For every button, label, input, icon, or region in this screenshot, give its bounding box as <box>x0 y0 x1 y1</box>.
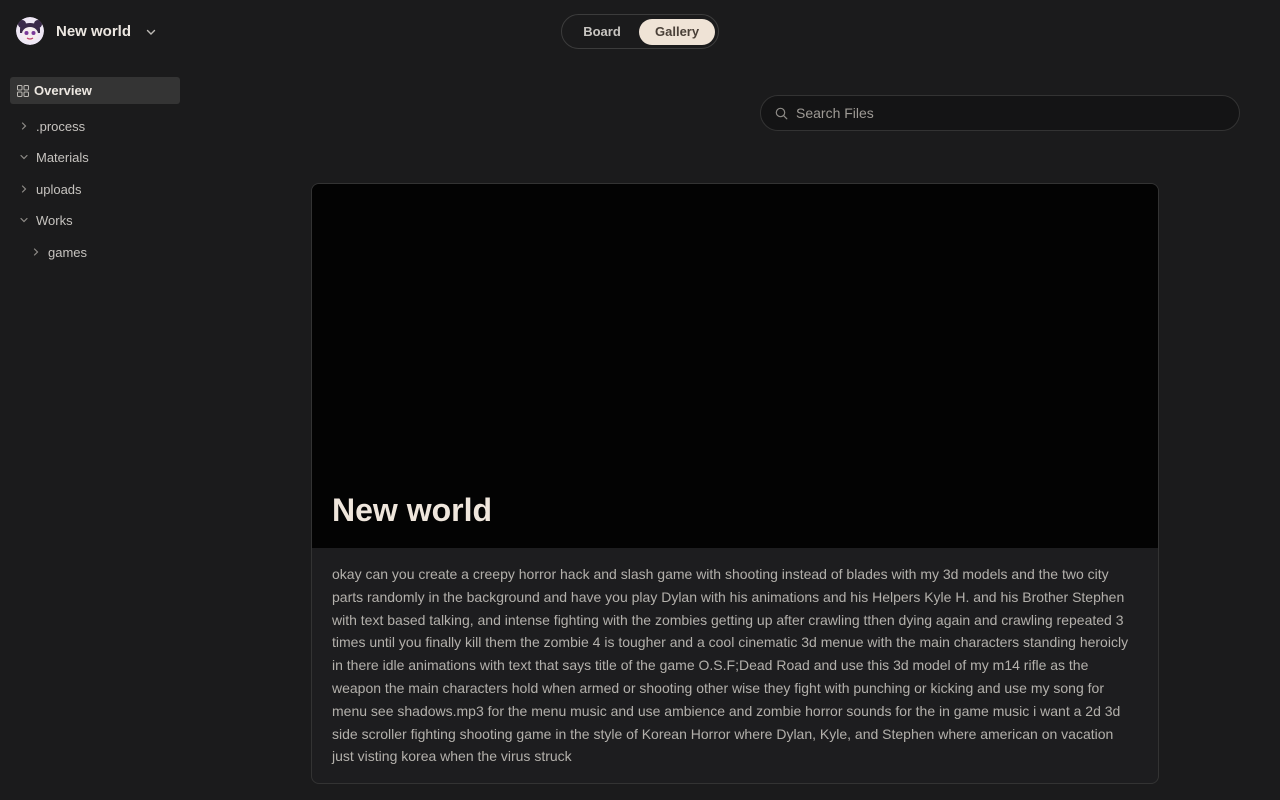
project-card[interactable]: New world okay can you create a creepy h… <box>311 183 1159 784</box>
board-view-button[interactable]: Board <box>565 19 639 45</box>
avatar-icon <box>16 17 44 45</box>
search-box <box>760 95 1240 131</box>
chevron-right-icon[interactable] <box>30 246 42 258</box>
chevron-right-icon[interactable] <box>18 120 30 132</box>
sidebar-item-overview[interactable]: Overview <box>10 77 180 104</box>
sidebar-item-materials[interactable]: Materials <box>18 147 89 167</box>
sidebar-item-process[interactable]: .process <box>18 116 85 136</box>
search-input[interactable] <box>796 105 1216 121</box>
card-description: okay can you create a creepy horror hack… <box>332 566 1129 765</box>
chevron-down-icon[interactable] <box>18 151 30 163</box>
sidebar-item-label: Materials <box>36 149 89 165</box>
workspace-name: New world <box>56 22 132 40</box>
sidebar-item-label: games <box>48 244 88 260</box>
app-root: New world Overview .process Materials up… <box>0 0 1280 800</box>
card-title: New world <box>332 492 493 528</box>
sidebar-item-uploads[interactable]: uploads <box>18 179 82 199</box>
sidebar-item-label: Overview <box>34 83 92 98</box>
chevron-down-icon[interactable] <box>18 214 30 226</box>
chevron-right-icon[interactable] <box>18 183 30 195</box>
sidebar: New world Overview .process Materials up… <box>0 0 190 800</box>
sidebar-item-games[interactable]: games <box>30 242 87 262</box>
gallery-view-button[interactable]: Gallery <box>639 18 715 45</box>
grid-icon <box>17 84 29 97</box>
workspace-switcher[interactable]: New world <box>16 16 176 46</box>
sidebar-item-works[interactable]: Works <box>18 210 73 230</box>
chevron-down-icon[interactable] <box>144 25 158 39</box>
sidebar-item-label: .process <box>36 118 86 134</box>
view-toggle: Board Gallery <box>561 14 719 49</box>
search-icon <box>775 107 788 120</box>
sidebar-item-label: uploads <box>36 181 82 197</box>
sidebar-item-label: Works <box>36 212 73 228</box>
